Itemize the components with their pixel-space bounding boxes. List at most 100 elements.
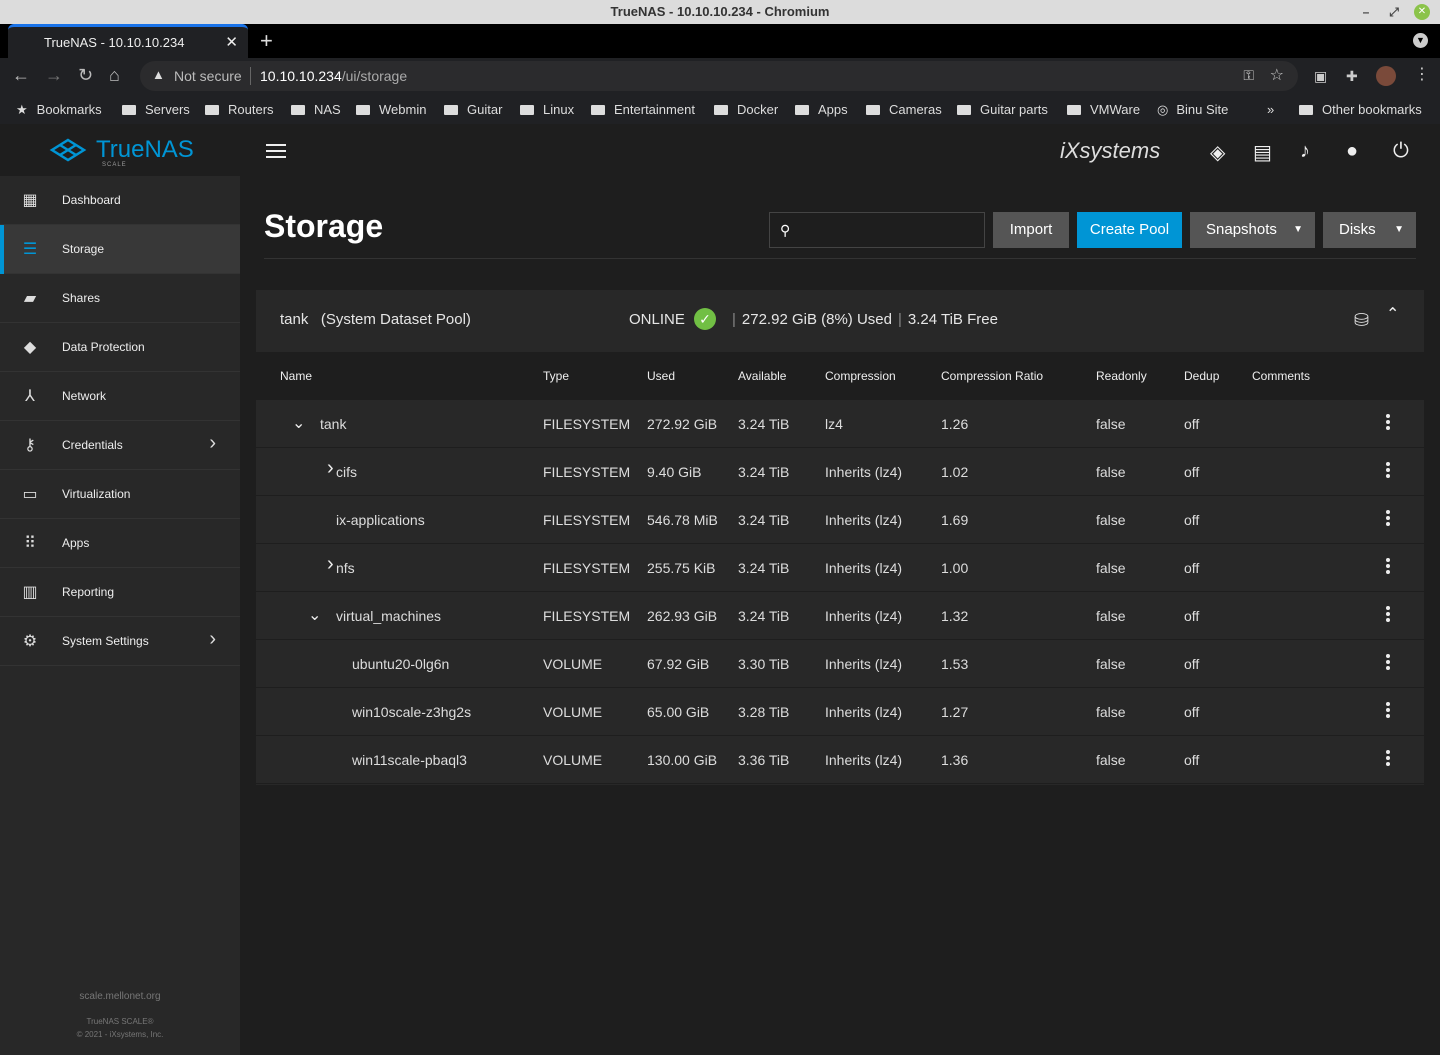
sidebar-item-credentials[interactable]: ⚷ Credentials ›: [0, 421, 240, 470]
bookmark-folder[interactable]: Guitar parts: [957, 102, 1048, 117]
chevron-down-icon[interactable]: ⌄: [308, 605, 321, 625]
dataset-readonly: false: [1096, 752, 1126, 768]
bookmark-folder[interactable]: Routers: [205, 102, 274, 117]
brand[interactable]: TrueNAS SCALE: [0, 124, 240, 176]
sidebar-item-label: Storage: [62, 242, 105, 256]
import-button[interactable]: Import: [993, 212, 1069, 248]
copyright: © 2021 - iXsystems, Inc.: [76, 1030, 164, 1039]
column-header-dedup[interactable]: Dedup: [1184, 369, 1219, 383]
more-vert-icon[interactable]: [1380, 558, 1396, 578]
table-row[interactable]: ix-applications FILESYSTEM 546.78 MiB 3.24 …: [256, 496, 1424, 544]
column-header-readonly[interactable]: Readonly: [1096, 369, 1147, 383]
notifications-bell-icon[interactable]: ♪: [1300, 140, 1310, 163]
apps-grid-icon: ⠿: [24, 535, 36, 552]
window-close-icon[interactable]: ✕: [1414, 4, 1430, 20]
power-icon[interactable]: ⏻: [1393, 140, 1409, 163]
more-vert-icon[interactable]: [1380, 606, 1396, 626]
table-row[interactable]: ubuntu20-0lg6n VOLUME 67.92 GiB 3.30 TiB Inh…: [256, 640, 1424, 688]
column-header-compression[interactable]: Compression: [825, 369, 896, 383]
column-header-available[interactable]: Available: [738, 369, 786, 383]
more-vert-icon[interactable]: [1380, 510, 1396, 530]
extensions-puzzle-icon[interactable]: ✚: [1346, 68, 1358, 85]
more-vert-icon[interactable]: [1380, 654, 1396, 674]
table-row[interactable]: win10scale-z3hg2s VOLUME 65.00 GiB 3.28 TiB…: [256, 688, 1424, 736]
table-row[interactable]: › nfs FILESYSTEM 255.75 KiB 3.24 TiB Inherits…: [256, 544, 1424, 592]
sidebar-item-dashboard[interactable]: ▦ Dashboard: [0, 176, 240, 225]
dataset-type: FILESYSTEM: [543, 560, 631, 576]
sidebar-item-shares[interactable]: ▰ Shares: [0, 274, 240, 323]
more-bookmarks-icon[interactable]: »: [1267, 102, 1274, 117]
table-row[interactable]: win11scale-pbaql3 VOLUME 130.00 GiB 3.36 Ti…: [256, 736, 1424, 784]
bookmark-folder[interactable]: Cameras: [866, 102, 942, 117]
truecommand-icon[interactable]: ◈: [1210, 140, 1225, 165]
bookmark-folder[interactable]: Apps: [795, 102, 848, 117]
sidebar-item-system-settings[interactable]: ⚙ System Settings ›: [0, 617, 240, 666]
create-pool-button[interactable]: Create Pool: [1077, 212, 1182, 248]
sidebar-item-storage[interactable]: ☰ Storage: [0, 225, 240, 274]
bookmark-folder[interactable]: Other bookmarks: [1299, 102, 1422, 117]
tab-close-icon[interactable]: ✕: [225, 33, 238, 51]
search-input[interactable]: [804, 219, 974, 241]
minimize-icon[interactable]: –: [1358, 4, 1374, 20]
more-vert-icon[interactable]: [1380, 750, 1396, 770]
account-circle-icon[interactable]: ●: [1346, 140, 1358, 163]
search-box[interactable]: ⚲: [769, 212, 985, 248]
sidebar-item-reporting[interactable]: ▥ Reporting: [0, 568, 240, 617]
column-header-name[interactable]: Name: [280, 369, 312, 383]
chevron-right-icon[interactable]: ›: [327, 457, 334, 480]
browser-tab[interactable]: TrueNAS - 10.10.10.234 ✕: [8, 24, 248, 58]
disks-button[interactable]: Disks ▼: [1323, 212, 1416, 248]
browser-menu-icon[interactable]: ⋮: [1414, 64, 1430, 84]
sidebar-item-label: Virtualization: [62, 487, 131, 501]
bookmark-folder[interactable]: Webmin: [356, 102, 426, 117]
bookmark-star-icon[interactable]: ☆: [1270, 65, 1284, 85]
column-header-used[interactable]: Used: [647, 369, 675, 383]
bookmark-folder[interactable]: VMWare: [1067, 102, 1140, 117]
back-icon[interactable]: ←: [12, 65, 30, 86]
ixsystems-logo[interactable]: iXsystems: [1060, 138, 1160, 164]
sidebar-item-apps[interactable]: ⠿ Apps: [0, 519, 240, 568]
bookmark-folder[interactable]: Guitar: [444, 102, 502, 117]
chevron-right-icon[interactable]: ›: [327, 553, 334, 576]
pool-used: 272.92 GiB (8%) Used: [741, 311, 892, 328]
folder-icon: [444, 105, 458, 115]
bookmark-folder[interactable]: Linux: [520, 102, 574, 117]
restore-icon[interactable]: ⤢: [1386, 4, 1402, 20]
column-header-compression-ratio[interactable]: Compression Ratio: [941, 369, 1043, 383]
more-vert-icon[interactable]: [1380, 414, 1396, 434]
bookmark-folder[interactable]: Servers: [122, 102, 190, 117]
menu-toggle-icon[interactable]: [266, 144, 286, 158]
bookmark-folder[interactable]: Docker: [714, 102, 778, 117]
column-header-comments[interactable]: Comments: [1252, 369, 1310, 383]
bookmark-folder[interactable]: NAS: [291, 102, 341, 117]
profile-avatar[interactable]: [1376, 66, 1396, 86]
password-key-icon[interactable]: ⚿: [1243, 67, 1254, 84]
bookmark-folder[interactable]: Entertainment: [591, 102, 695, 117]
extension-icon[interactable]: ▣: [1314, 68, 1327, 85]
more-vert-icon[interactable]: [1380, 702, 1396, 722]
more-vert-icon[interactable]: [1380, 462, 1396, 482]
pool-settings-icon[interactable]: ⛁: [1354, 310, 1369, 331]
column-header-type[interactable]: Type: [543, 369, 569, 383]
star-icon: ★: [16, 102, 28, 117]
table-row[interactable]: ⌄ tank FILESYSTEM 272.92 GiB 3.24 TiB lz4 1.26…: [256, 400, 1424, 448]
snapshots-button[interactable]: Snapshots ▼: [1190, 212, 1315, 248]
table-row[interactable]: ⌄ virtual_machines FILESYSTEM 262.93 GiB 3.2…: [256, 592, 1424, 640]
reload-icon[interactable]: ↻: [78, 65, 93, 86]
sidebar-item-network[interactable]: ⅄ Network: [0, 372, 240, 421]
sidebar-item-data-protection[interactable]: ◆ Data Protection: [0, 323, 240, 372]
bookmark-bookmarks[interactable]: ★ Bookmarks: [16, 102, 102, 118]
forward-icon[interactable]: →: [45, 65, 63, 86]
chevron-up-icon[interactable]: ⌃: [1386, 304, 1399, 324]
clipboard-icon[interactable]: ▤: [1253, 140, 1272, 165]
tab-search-icon[interactable]: ▼: [1413, 33, 1428, 48]
bookmark-link[interactable]: ◎ Binu Site: [1157, 102, 1228, 118]
table-row[interactable]: › cifs FILESYSTEM 9.40 GiB 3.24 TiB Inherits …: [256, 448, 1424, 496]
chevron-down-icon[interactable]: ⌄: [292, 413, 305, 433]
new-tab-button[interactable]: +: [260, 28, 273, 54]
home-icon[interactable]: ⌂: [109, 65, 120, 86]
address-bar[interactable]: ▲ Not secure 10.10.10.234/ui/storage ⚿ ☆: [140, 61, 1298, 91]
sidebar-item-virtualization[interactable]: ▭ Virtualization: [0, 470, 240, 519]
bookmark-label: Binu Site: [1176, 102, 1229, 117]
separator: |: [732, 311, 736, 328]
